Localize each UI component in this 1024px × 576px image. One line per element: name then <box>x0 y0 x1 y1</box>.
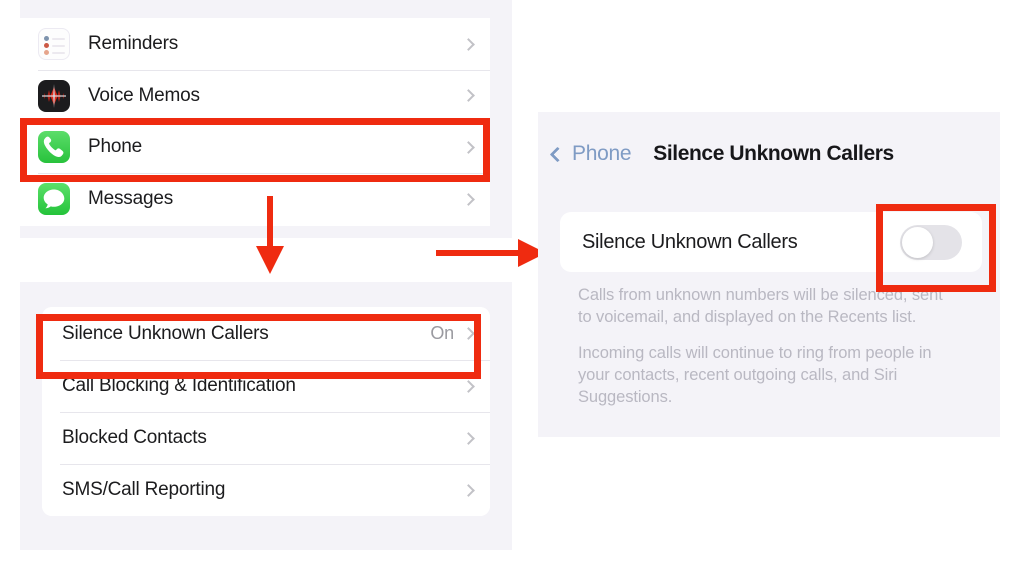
chevron-right-icon <box>462 89 475 102</box>
row-separator <box>38 121 490 122</box>
phone-row-blocked-contacts[interactable]: Blocked Contacts <box>42 412 490 464</box>
settings-row-messages[interactable]: Messages <box>20 173 490 225</box>
reminders-app-icon <box>38 28 70 60</box>
detail-page-title: Silence Unknown Callers <box>653 142 894 165</box>
silence-unknown-callers-toggle-row[interactable]: Silence Unknown Callers <box>560 212 982 272</box>
phone-settings-list: Silence Unknown Callers On Call Blocking… <box>42 307 490 516</box>
row-separator <box>60 464 490 465</box>
row-separator <box>38 70 490 71</box>
phone-row-label: Silence Unknown Callers <box>62 322 269 344</box>
silence-unknown-callers-switch[interactable] <box>900 224 962 260</box>
chevron-right-icon <box>462 483 475 497</box>
phone-row-label: Call Blocking & Identification <box>62 375 296 396</box>
back-link-phone[interactable]: Phone <box>572 142 632 166</box>
settings-row-label: Messages <box>88 188 173 209</box>
messages-app-icon <box>38 183 70 215</box>
chevron-right-icon <box>462 327 475 340</box>
phone-row-call-blocking[interactable]: Call Blocking & Identification <box>42 360 490 412</box>
chevron-left-icon[interactable] <box>549 146 566 162</box>
phone-row-label: SMS/Call Reporting <box>62 479 226 500</box>
chevron-right-icon <box>462 431 475 445</box>
settings-row-voice-memos[interactable]: Voice Memos <box>20 70 490 121</box>
row-separator <box>60 360 490 361</box>
switch-knob <box>902 226 933 258</box>
settings-list: Reminders Voice Memos Phone Messages <box>20 18 490 226</box>
settings-row-label: Phone <box>88 136 142 157</box>
screenshot-root: Reminders Voice Memos Phone Messages Sil… <box>0 0 1024 576</box>
chevron-right-icon <box>462 140 475 154</box>
settings-panel: Reminders Voice Memos Phone Messages <box>20 0 512 238</box>
settings-row-reminders[interactable]: Reminders <box>20 18 490 70</box>
phone-row-silence-unknown-callers[interactable]: Silence Unknown Callers On <box>42 307 490 360</box>
arrow-right-icon <box>436 239 546 267</box>
phone-row-label: Blocked Contacts <box>62 427 207 448</box>
chevron-right-icon <box>462 192 475 206</box>
chevron-right-icon <box>462 379 475 393</box>
voice-memos-app-icon <box>38 79 70 112</box>
phone-app-icon <box>38 131 70 163</box>
settings-row-phone[interactable]: Phone <box>20 121 490 173</box>
settings-row-label: Voice Memos <box>88 84 200 106</box>
phone-row-value: On <box>430 323 454 343</box>
detail-navbar: Phone Silence Unknown Callers <box>538 138 1000 170</box>
phone-settings-panel: Silence Unknown Callers On Call Blocking… <box>20 282 512 550</box>
detail-footnote-1: Calls from unknown numbers will be silen… <box>578 286 943 326</box>
detail-footnote-2: Incoming calls will continue to ring fro… <box>578 344 932 406</box>
phone-row-sms-call-reporting[interactable]: SMS/Call Reporting <box>42 464 490 516</box>
row-separator <box>60 412 490 413</box>
toggle-row-label: Silence Unknown Callers <box>582 230 798 253</box>
row-separator <box>38 173 490 174</box>
detail-panel: Phone Silence Unknown Callers Silence Un… <box>538 112 1000 437</box>
settings-row-label: Reminders <box>88 33 179 54</box>
chevron-right-icon <box>462 37 475 51</box>
